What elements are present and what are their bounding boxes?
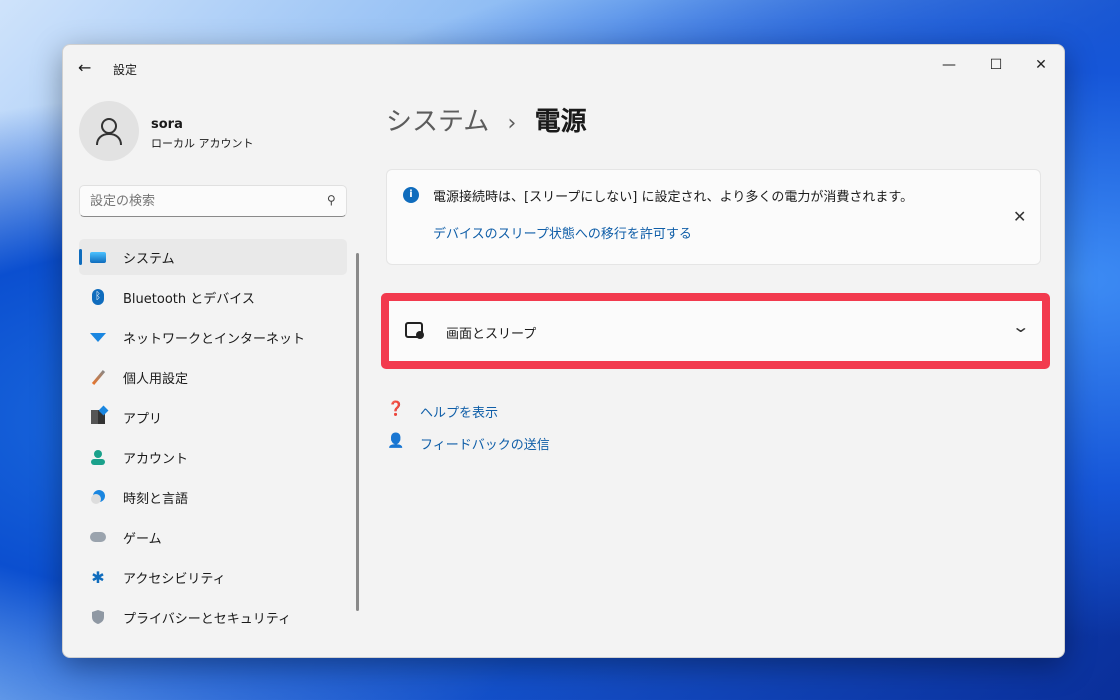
selection-indicator: [79, 249, 82, 265]
sidebar-item-label: ネットワークとインターネット: [123, 331, 306, 347]
sidebar-item-label: ゲーム: [123, 531, 162, 547]
wifi-icon: [89, 328, 107, 346]
sidebar-item-system[interactable]: システム: [79, 239, 347, 275]
search-icon: ⚲: [327, 193, 336, 207]
clock-globe-icon: [89, 488, 107, 506]
sidebar-item-bluetooth[interactable]: ᛒ Bluetooth とデバイス: [79, 279, 347, 315]
sidebar-item-label: プライバシーとセキュリティ: [123, 611, 291, 627]
gamepad-icon: [89, 528, 107, 546]
avatar[interactable]: [79, 101, 139, 161]
sidebar-item-label: 個人用設定: [123, 371, 189, 387]
settings-window: ← 設定 — ☐ ✕ sora ローカル アカウント ⚲ システム ᛒ Blue…: [62, 44, 1065, 658]
help-icon: ❓: [387, 401, 405, 417]
get-help-link[interactable]: ヘルプを表示: [420, 402, 498, 421]
account-type: ローカル アカウント: [151, 137, 254, 150]
accessibility-icon: ✱: [91, 567, 105, 587]
sidebar-item-label: アクセシビリティ: [123, 571, 226, 587]
info-bar: i 電源接続時は、[スリープにしない] に設定され、より多くの電力が消費されます…: [386, 169, 1041, 265]
user-name: sora: [151, 117, 183, 132]
account-icon: [89, 448, 107, 466]
search-box[interactable]: ⚲: [79, 185, 347, 217]
shield-icon: [89, 608, 107, 626]
user-icon: [96, 118, 122, 146]
sidebar-item-accounts[interactable]: アカウント: [79, 439, 347, 475]
feedback-link[interactable]: フィードバックの送信: [420, 434, 550, 453]
sidebar-item-apps[interactable]: アプリ: [79, 399, 347, 435]
sidebar-item-privacy[interactable]: プライバシーとセキュリティ: [79, 599, 347, 635]
sidebar-item-time-language[interactable]: 時刻と言語: [79, 479, 347, 515]
sidebar-item-label: アプリ: [123, 411, 163, 427]
sidebar-item-label: 時刻と言語: [123, 491, 189, 507]
sidebar-item-personalization[interactable]: 個人用設定: [79, 359, 347, 395]
screen-sleep-label: 画面とスリープ: [446, 327, 537, 342]
page-title: 電源: [534, 107, 587, 137]
back-button[interactable]: ←: [78, 58, 91, 77]
window-title: 設定: [113, 63, 138, 77]
allow-sleep-link[interactable]: デバイスのスリープ状態への移行を許可する: [433, 223, 692, 242]
minimize-button[interactable]: —: [929, 51, 969, 79]
sidebar-item-label: システム: [123, 251, 175, 267]
breadcrumb-parent[interactable]: システム: [386, 107, 489, 137]
dismiss-info-button[interactable]: ✕: [1013, 207, 1026, 226]
info-message: 電源接続時は、[スリープにしない] に設定され、より多くの電力が消費されます。: [433, 190, 914, 205]
breadcrumb: システム › 電源: [386, 101, 587, 138]
search-input[interactable]: [80, 186, 300, 216]
screen-sleep-icon: [405, 322, 424, 339]
sidebar-scrollbar[interactable]: [356, 253, 359, 611]
info-icon: i: [403, 187, 419, 203]
maximize-button[interactable]: ☐: [976, 51, 1016, 79]
brush-icon: [89, 368, 107, 386]
sidebar-item-accessibility[interactable]: ✱ アクセシビリティ: [79, 559, 347, 595]
sidebar-item-gaming[interactable]: ゲーム: [79, 519, 347, 555]
system-icon: [89, 248, 107, 266]
apps-icon: [89, 405, 109, 426]
bluetooth-icon: ᛒ: [89, 288, 107, 306]
sidebar-item-label: アカウント: [123, 451, 189, 467]
chevron-down-icon[interactable]: ⌄: [1011, 317, 1030, 336]
feedback-icon: 👤: [387, 433, 405, 449]
breadcrumb-separator: ›: [507, 111, 517, 136]
sidebar-item-network[interactable]: ネットワークとインターネット: [79, 319, 347, 355]
screen-sleep-expander[interactable]: 画面とスリープ ⌄: [381, 293, 1050, 369]
sidebar-item-label: Bluetooth とデバイス: [123, 291, 255, 307]
close-button[interactable]: ✕: [1021, 51, 1061, 79]
